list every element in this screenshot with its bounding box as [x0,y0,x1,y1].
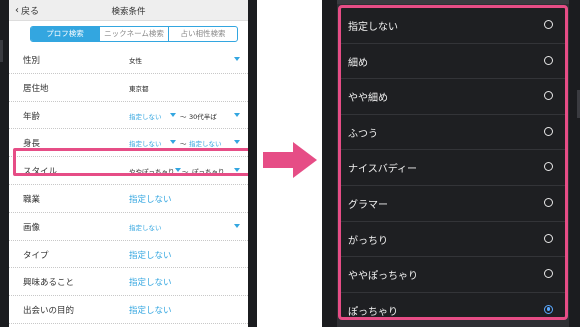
style-options-list: 指定しない 細め やや細め ふつう ナイスバディー グラマー がっちり ややぽっ… [338,5,568,320]
right-phone: 指定しない 細め やや細め ふつう ナイスバディー グラマー がっちり ややぽっ… [322,0,580,327]
option-somewhat-plump[interactable]: ややぽっちゃり [341,257,565,293]
option-glamour[interactable]: グラマー [341,186,565,222]
row-residence[interactable]: 居住地 東京都 [9,74,248,102]
row-purpose[interactable]: 出会いの目的 指定しない [9,296,248,324]
option-label: ぽっちゃり [348,306,398,318]
tab-fortune-search[interactable]: 占い相性検索 [168,27,237,41]
radio-unselected-icon[interactable] [544,162,553,172]
radio-unselected-icon[interactable] [544,126,553,136]
dropdown-caret-icon [234,140,240,145]
row-interests[interactable]: 興味あること 指定しない [9,268,248,297]
radio-selected-icon[interactable] [544,304,553,314]
radio-unselected-icon[interactable] [544,197,553,207]
row-label: タイプ [23,250,49,261]
left-phone: ‹ 戻る 検索条件 プロフ検索 ニックネーム検索 占い相性検索 性別 女性 居住… [0,0,257,327]
option-label: 細め [348,57,368,69]
radio-unselected-icon[interactable] [544,233,553,243]
dropdown-caret-icon [234,57,240,61]
type-value: 指定しない [129,250,172,261]
option-sturdy[interactable]: がっちり [341,222,565,258]
row-type[interactable]: タイプ 指定しない [9,241,248,269]
option-slim[interactable]: 細め [341,44,565,80]
style-row-highlight [13,148,248,176]
option-label: ふつう [348,128,378,140]
status-strip [337,0,569,4]
interests-value: 指定しない [129,278,172,289]
age-to-select[interactable]: 30代半ば [189,111,217,121]
gender-value: 女性 [129,57,142,65]
dropdown-caret-icon [234,112,240,117]
option-label: 指定しない [348,22,398,33]
radio-unselected-icon[interactable] [544,91,553,101]
row-gender[interactable]: 性別 女性 [9,46,248,74]
row-label: 性別 [23,56,41,66]
age-from-select[interactable]: 指定しない [129,111,162,121]
row-age: 年齢 指定しない 〜 30代半ば [9,102,248,130]
purpose-value: 指定しない [129,306,172,317]
radio-unselected-icon[interactable] [544,55,553,65]
dropdown-caret-icon [170,140,176,145]
dropdown-caret-icon [170,112,176,117]
condition-list: 性別 女性 居住地 東京都 年齢 指定しない 〜 30代半ば 身長 指定しない … [9,46,248,324]
dropdown-caret-icon [234,223,240,228]
image-select[interactable]: 指定しない [129,222,162,232]
option-plump[interactable]: ぽっちゃり [341,293,565,327]
option-label: ややぽっちゃり [348,271,418,283]
search-tabs: プロフ検索 ニックネーム検索 占い相性検索 [30,26,238,42]
search-conditions-screen: ‹ 戻る 検索条件 プロフ検索 ニックネーム検索 占い相性検索 性別 女性 居住… [9,0,248,327]
row-label: 職業 [23,194,41,205]
option-none[interactable]: 指定しない [341,8,565,44]
range-separator: 〜 [180,140,187,149]
radio-unselected-icon[interactable] [544,20,553,29]
range-separator: 〜 [180,112,187,121]
option-label: がっちり [348,235,388,247]
option-somewhat-slim[interactable]: やや細め [341,79,565,115]
row-label: 年齢 [23,111,41,122]
page-title: 検索条件 [111,7,146,17]
occupation-value: 指定しない [129,194,172,205]
option-label: やや細め [348,93,388,105]
option-label: グラマー [348,199,388,211]
option-average[interactable]: ふつう [341,115,565,151]
radio-unselected-icon[interactable] [544,269,553,279]
option-label: ナイスバディー [348,164,417,176]
tab-nickname-search[interactable]: ニックネーム検索 [99,27,168,41]
arrow-right-icon [263,142,317,178]
row-label: 居住地 [23,83,49,94]
row-label: 画像 [23,222,41,233]
row-occupation[interactable]: 職業 指定しない [9,185,248,213]
row-label: 出会いの目的 [23,306,75,317]
phone-side-button [0,40,3,62]
top-bar: ‹ 戻る 検索条件 [9,0,248,21]
height-to-select[interactable]: 指定しない [189,138,222,148]
row-label: 興味あること [23,278,75,289]
tab-profile-search[interactable]: プロフ検索 [31,27,99,41]
height-from-select[interactable]: 指定しない [129,138,162,148]
row-image: 画像 指定しない [9,213,248,241]
option-nice-body[interactable]: ナイスバディー [341,150,565,186]
residence-value: 東京都 [129,84,149,93]
